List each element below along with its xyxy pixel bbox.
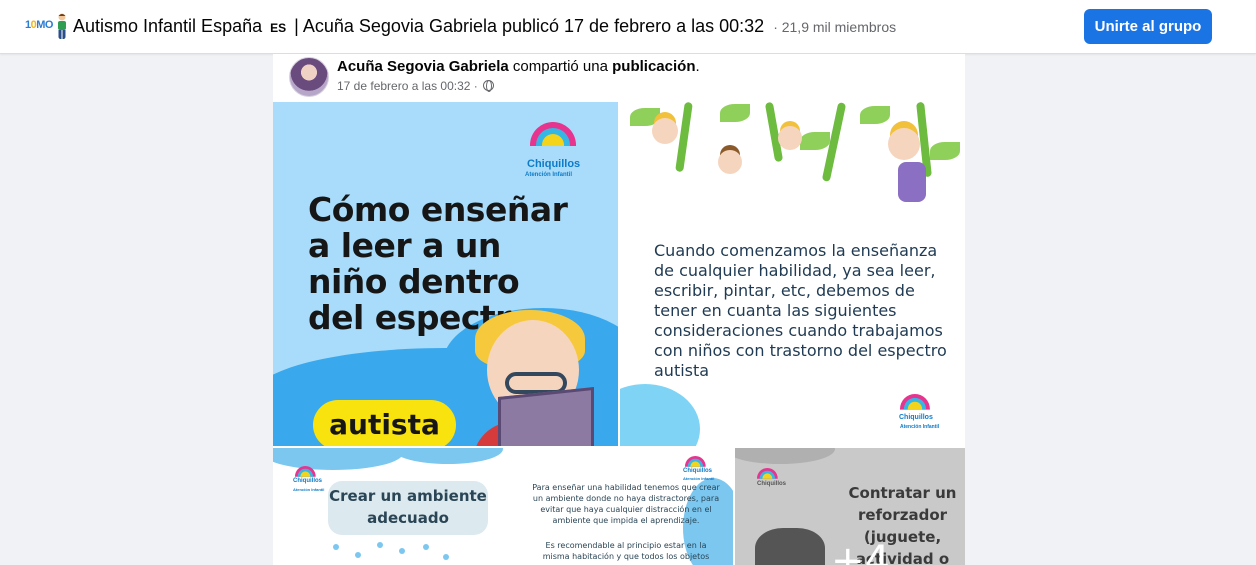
post-author-line: Acuña Segovia Gabriela compartió una pub… — [337, 58, 700, 75]
author-line-period: . — [695, 58, 700, 75]
rainbow-logo-icon — [685, 456, 706, 467]
rainbow-logo-icon — [530, 122, 576, 146]
cloud-shape — [620, 384, 700, 446]
child-illustration — [718, 150, 742, 174]
cloud-shape — [393, 448, 503, 464]
meta-separator: · — [473, 79, 478, 93]
photo-tip-card: Crear un ambiente adecuado — [328, 481, 488, 535]
cloud-shape — [735, 448, 835, 464]
logo-subtitle: Atención Infantil — [900, 424, 940, 430]
author-avatar[interactable] — [289, 57, 329, 97]
book-illustration — [498, 386, 594, 446]
leaf-decoration — [800, 132, 830, 150]
post-photo-2[interactable]: Cuando comenzamos la enseñanza de cualqu… — [620, 102, 965, 446]
leaf-decoration — [860, 106, 890, 124]
leaf-decoration — [930, 142, 960, 160]
photo-paragraph: Es recomendable al principio estar en la… — [542, 541, 710, 561]
header-title: Autismo Infantil España ES | Acuña Segov… — [73, 14, 896, 40]
child-illustration — [778, 126, 802, 150]
logo-name: Chiquillos — [683, 468, 712, 474]
post-meta: 17 de febrero a las 00:32 · — [337, 79, 495, 93]
title-separator: | — [294, 16, 299, 36]
photo-paragraph: Para enseñar una habilidad tenemos que c… — [532, 483, 720, 525]
more-photos-count[interactable]: +4 — [831, 538, 890, 565]
logo-name: Chiquillos — [293, 478, 322, 484]
cloud-shape — [273, 448, 403, 470]
logo-subtitle: Atención Infantil — [525, 172, 572, 178]
country-badge: ES — [270, 21, 287, 35]
post-photo-1[interactable]: Chiquillos Atención Infantil Cómo enseña… — [273, 102, 618, 446]
child-illustration — [652, 118, 678, 144]
rainbow-logo-icon — [757, 468, 778, 479]
logo-subtitle: Atención Infantil — [683, 476, 715, 481]
child-outfit — [898, 162, 926, 202]
child-figure-icon — [58, 13, 66, 39]
child-illustration — [888, 128, 920, 160]
post-timestamp-link[interactable]: 17 de febrero a las 00:32 — [337, 79, 470, 93]
author-name-link[interactable]: Acuña Segovia Gabriela — [337, 58, 509, 75]
member-count: · 21,9 mil miembros — [773, 19, 897, 35]
shared-post-link[interactable]: publicación — [612, 58, 695, 75]
globe-icon[interactable] — [483, 80, 495, 92]
join-group-button[interactable]: Unirte al grupo — [1084, 9, 1212, 44]
group-name-link[interactable]: Autismo Infantil España — [73, 16, 262, 36]
vine-decoration — [675, 102, 693, 173]
post-title: Acuña Segovia Gabriela publicó 17 de feb… — [302, 16, 765, 36]
toy-illustration — [755, 528, 825, 565]
post-photo-3[interactable]: Chiquillos Atención Infantil Crear un am… — [273, 448, 733, 565]
group-avatar-text-suffix: MO — [36, 19, 53, 31]
logo-subtitle: Atención Infantil — [293, 487, 325, 492]
logo-name: Chiquillos — [757, 481, 786, 487]
photo-highlight-pill: autista — [313, 400, 456, 446]
shared-verb: compartió una — [512, 58, 608, 75]
logo-name: Chiquillos — [527, 158, 581, 170]
leaf-decoration — [720, 104, 750, 122]
photo-body-text: Cuando comenzamos la enseñanza de cualqu… — [654, 241, 947, 380]
group-avatar-icon[interactable]: 10MO — [25, 13, 69, 41]
rainbow-logo-icon — [900, 394, 930, 410]
post-card: Acuña Segovia Gabriela compartió una pub… — [273, 54, 965, 565]
logo-name: Chiquillos — [899, 414, 933, 421]
group-header-bar: 10MO Autismo Infantil España ES | Acuña … — [0, 0, 1256, 54]
post-photo-4[interactable]: Chiquillos Contratar un reforzador (jugu… — [735, 448, 965, 565]
